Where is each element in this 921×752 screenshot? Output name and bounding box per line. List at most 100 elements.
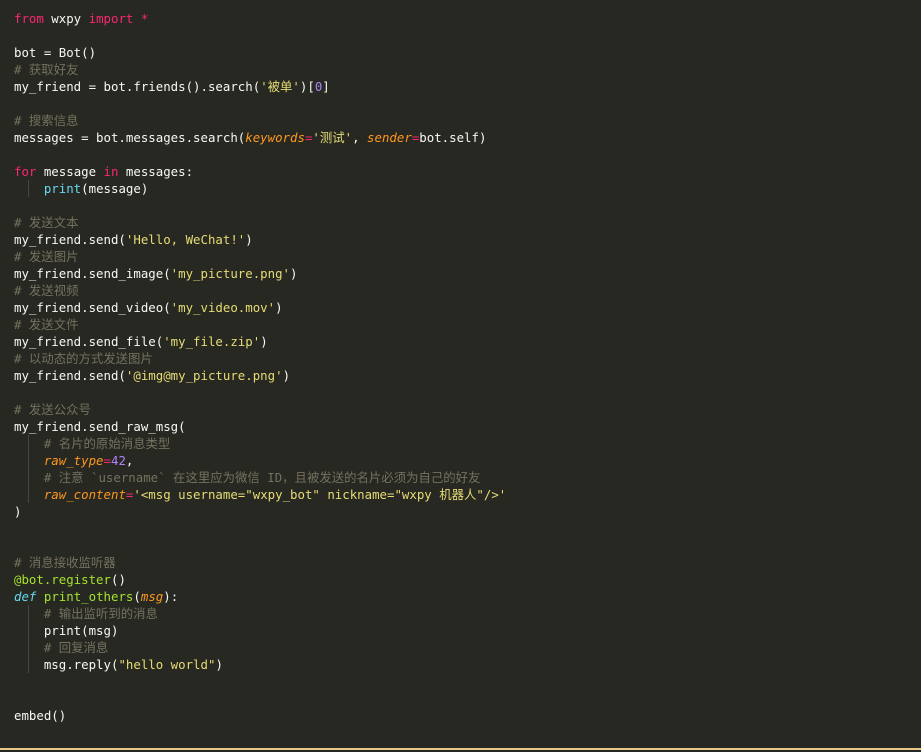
status-rule: [0, 748, 921, 750]
comment: # 发送图片: [14, 249, 79, 264]
indent-guide: [28, 469, 29, 486]
code-content[interactable]: from wxpy import * bot = Bot() # 获取好友 my…: [14, 10, 506, 724]
code-line-1: from wxpy import *: [14, 10, 506, 27]
code-line-11: print(message): [14, 180, 506, 197]
code-line-37: print(msg): [14, 622, 506, 639]
code-line-39: msg.reply("hello world"): [14, 656, 506, 673]
code-text: message: [36, 164, 104, 179]
keyword-import: import: [88, 11, 134, 26]
indent-guide: [28, 605, 29, 622]
keyword-from: from: [14, 11, 44, 26]
code-line-21: # 以动态的方式发送图片: [14, 350, 506, 367]
keyword-argument: raw_content: [43, 487, 126, 502]
code-text: ): [275, 300, 283, 315]
code-line-5: my_friend = bot.friends().search('被单')[0…: [14, 78, 506, 95]
code-text: (): [110, 572, 126, 587]
comment: # 注意 `username` 在这里应为微信 ID，且被发送的名片必须为自己的…: [43, 470, 481, 485]
code-text: ):: [163, 589, 179, 604]
keyword-argument: keywords: [245, 130, 305, 145]
code-text: ): [245, 232, 253, 247]
code-line-42: embed(): [14, 707, 506, 724]
code-line-30: ): [14, 503, 506, 520]
code-line-7: # 搜索信息: [14, 112, 506, 129]
operator: =: [103, 453, 111, 468]
code-line-36: # 输出监听到的消息: [14, 605, 506, 622]
indent-guide: [28, 656, 29, 673]
code-line-17: # 发送视频: [14, 282, 506, 299]
keyword-for: for: [14, 164, 37, 179]
code-text: msg.reply(: [43, 657, 119, 672]
code-line-10: for message in messages:: [14, 163, 506, 180]
comment: # 发送文件: [14, 317, 79, 332]
string-literal: "hello world": [118, 657, 216, 672]
code-text: embed(): [14, 708, 67, 723]
code-line-8: messages = bot.messages.search(keywords=…: [14, 129, 506, 146]
code-line-14: my_friend.send('Hello, WeChat!'): [14, 231, 506, 248]
string-literal: '<msg username="wxpy_bot" nickname="wxpy…: [133, 487, 507, 502]
code-line-34: @bot.register(): [14, 571, 506, 588]
keyword-argument: sender: [367, 130, 412, 145]
code-text: ,: [352, 130, 368, 145]
import-star: *: [133, 11, 149, 26]
code-text: print(msg): [43, 623, 119, 638]
code-text: ): [290, 266, 298, 281]
code-line-3: bot = Bot(): [14, 44, 506, 61]
code-line-38: # 回复消息: [14, 639, 506, 656]
comment: # 搜索信息: [14, 113, 79, 128]
code-text: my_friend.send_file(: [14, 334, 164, 349]
parameter: msg: [140, 589, 164, 604]
code-text: (: [133, 589, 141, 604]
code-text: my_friend.send_video(: [14, 300, 171, 315]
code-text: my_friend.send_image(: [14, 266, 171, 281]
string-literal: 'my_file.zip': [163, 334, 261, 349]
indent-guide: [28, 435, 29, 452]
comment: # 回复消息: [43, 640, 109, 655]
code-line-35: def print_others(msg):: [14, 588, 506, 605]
code-text: messages:: [118, 164, 194, 179]
code-line-27: raw_type=42,: [14, 452, 506, 469]
comment: # 名片的原始消息类型: [43, 436, 171, 451]
code-line-13: # 发送文本: [14, 214, 506, 231]
code-text: my_friend.send(: [14, 232, 126, 247]
comment: # 输出监听到的消息: [43, 606, 158, 621]
code-text: my_friend.send(: [14, 368, 126, 383]
indent-guide: [28, 452, 29, 469]
code-line-15: # 发送图片: [14, 248, 506, 265]
code-text: ,: [125, 453, 134, 468]
indent-guide: [28, 180, 29, 197]
code-text: ): [215, 657, 223, 672]
code-line-20: my_friend.send_file('my_file.zip'): [14, 333, 506, 350]
code-editor[interactable]: from wxpy import * bot = Bot() # 获取好友 my…: [0, 0, 921, 752]
code-text: ): [282, 368, 291, 383]
comment: # 发送文本: [14, 215, 79, 230]
code-text: ): [14, 504, 22, 519]
code-text: ]: [322, 79, 330, 94]
code-line-29: raw_content='<msg username="wxpy_bot" ni…: [14, 486, 506, 503]
code-line-24: # 发送公众号: [14, 401, 506, 418]
string-literal: 'my_picture.png': [170, 266, 291, 281]
code-line-22: my_friend.send('@img@my_picture.png'): [14, 367, 506, 384]
comment: # 以动态的方式发送图片: [14, 351, 153, 366]
decorator: @bot.register: [14, 572, 111, 587]
comment: # 消息接收监听器: [14, 555, 116, 570]
string-literal: 'Hello, WeChat!': [125, 232, 246, 247]
code-text: )[: [299, 79, 315, 94]
code-line-33: # 消息接收监听器: [14, 554, 506, 571]
string-literal: '被单': [260, 79, 300, 94]
code-line-18: my_friend.send_video('my_video.mov'): [14, 299, 506, 316]
keyword-argument: raw_type: [43, 453, 104, 468]
status-bar: [0, 734, 921, 752]
code-text: my_friend = bot.friends().search(: [14, 79, 261, 94]
indent-guide: [28, 486, 29, 503]
code-line-26: # 名片的原始消息类型: [14, 435, 506, 452]
